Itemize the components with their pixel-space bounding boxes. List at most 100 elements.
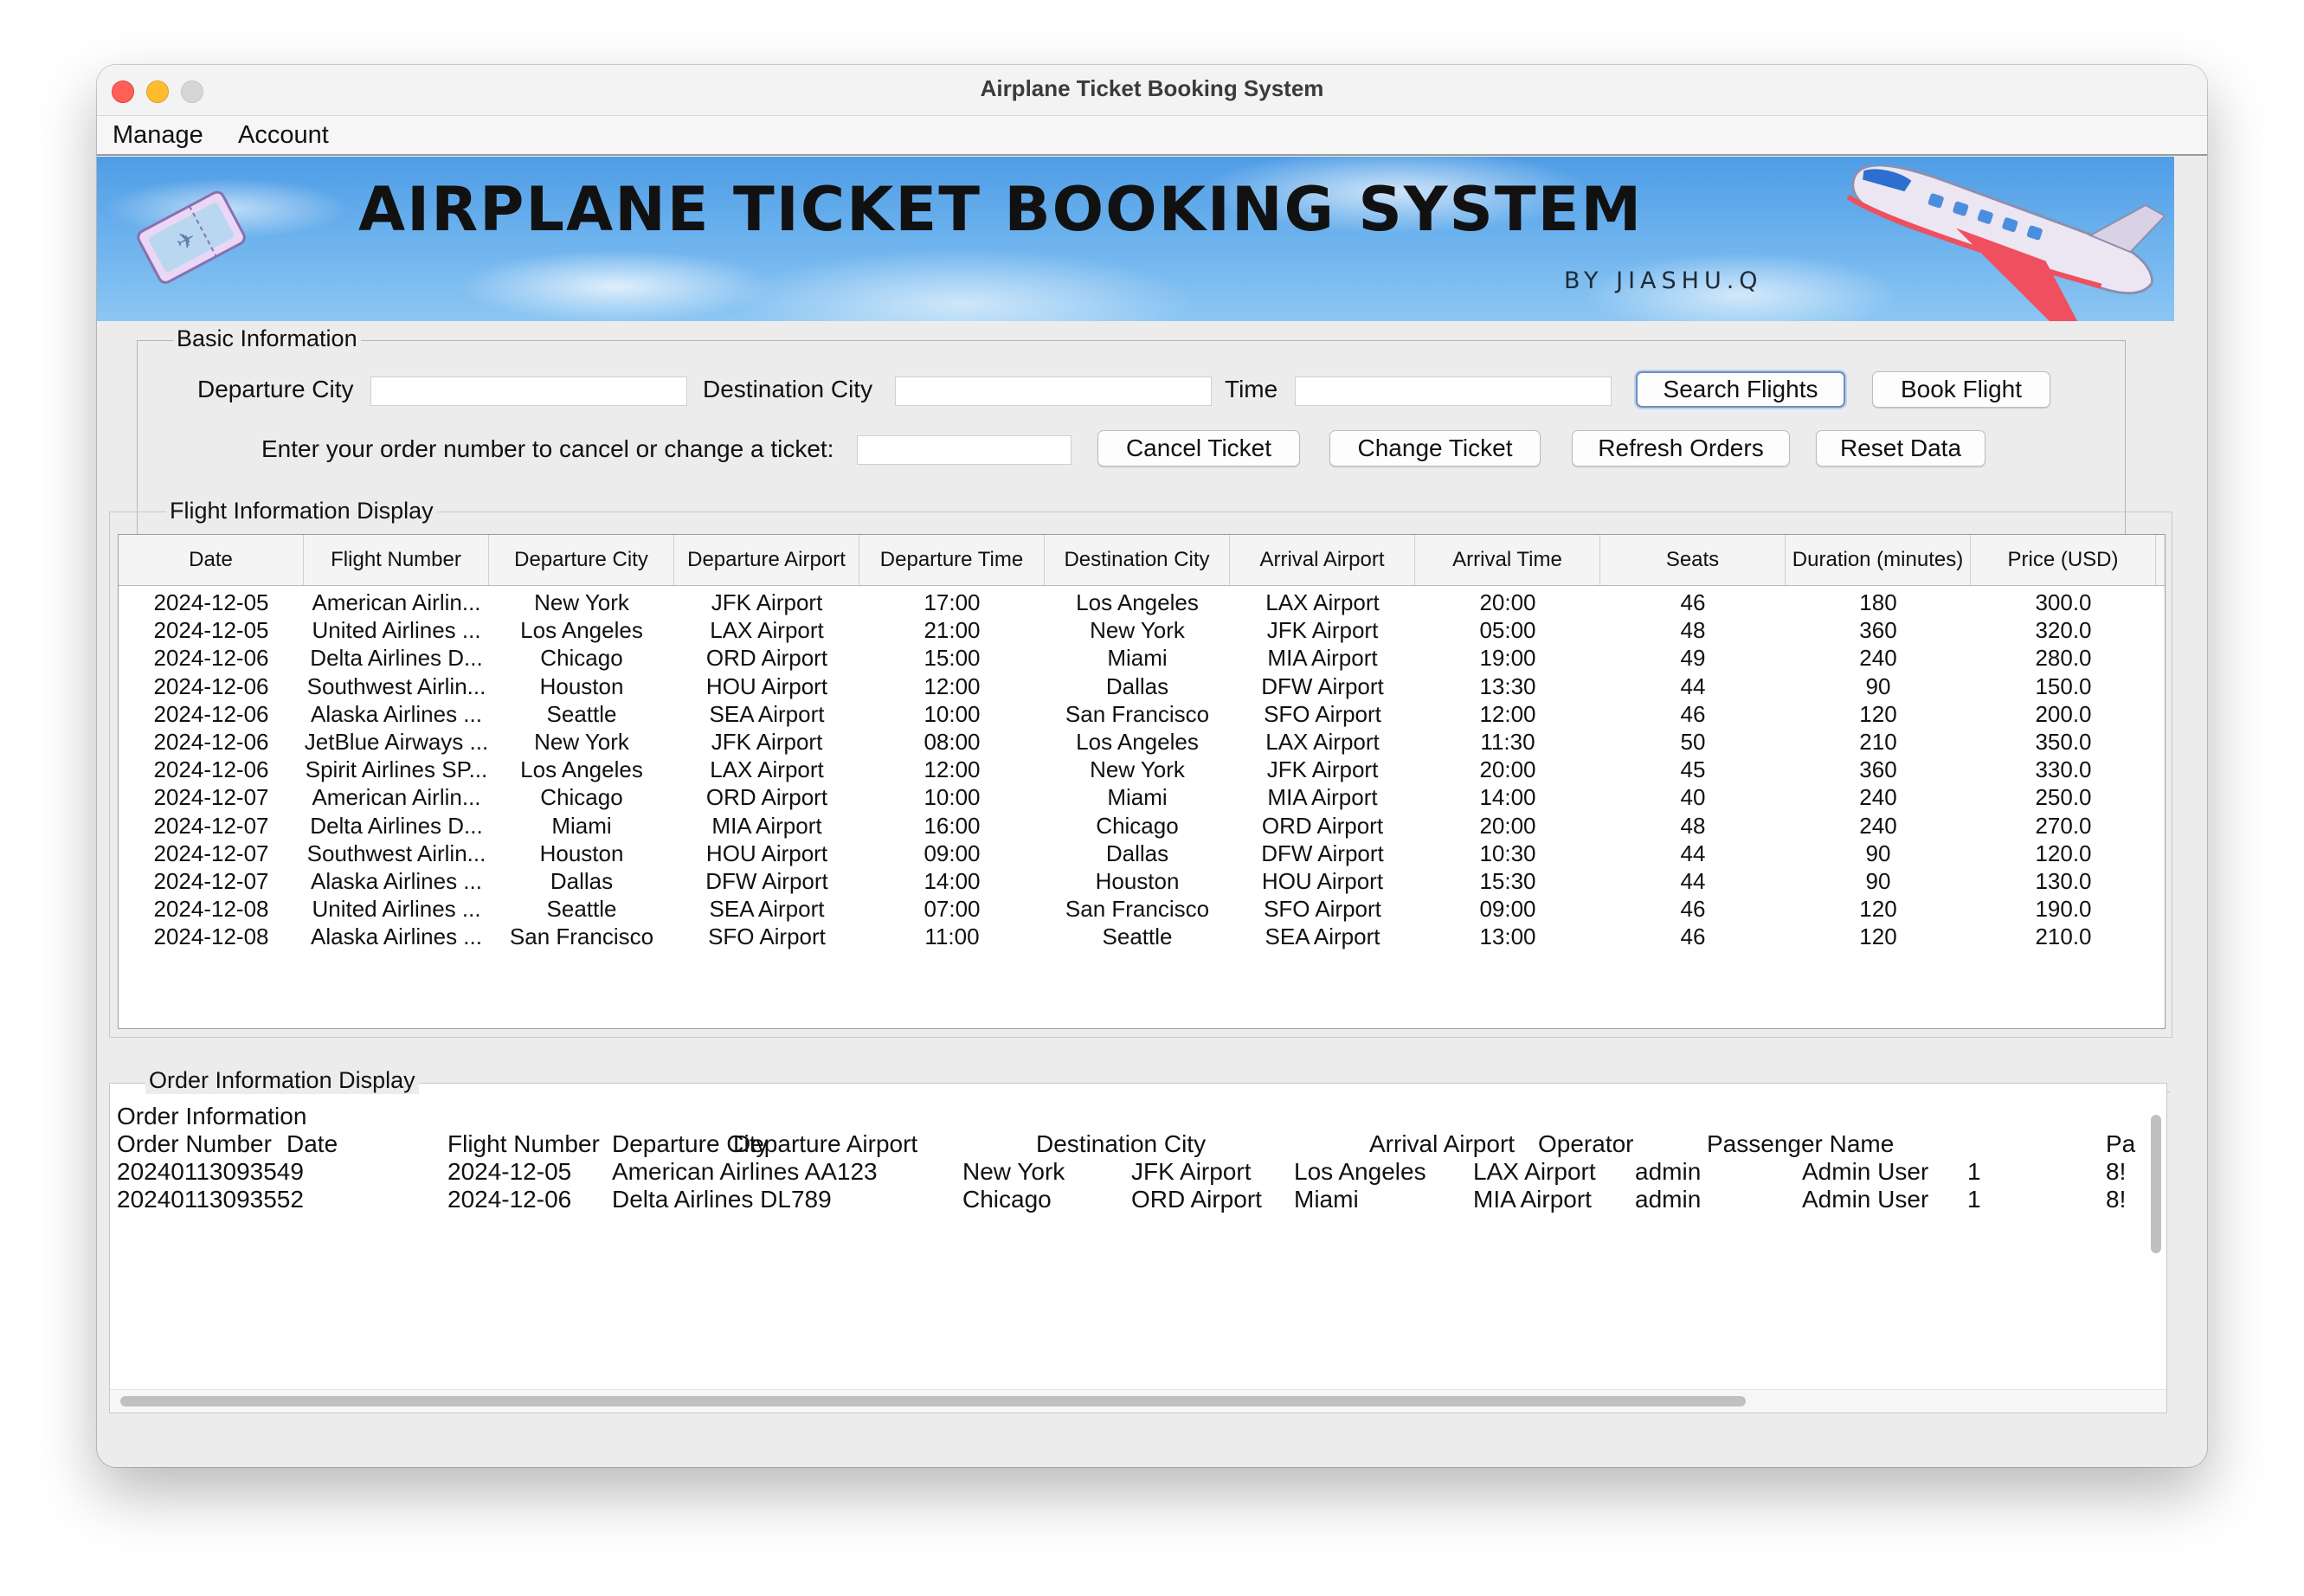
order-header-label: Date [286,1130,338,1157]
change-ticket-button[interactable]: Change Ticket [1329,430,1541,467]
table-cell: 44 [1680,868,1706,894]
departure-city-input[interactable] [370,376,687,406]
table-cell: Houston [539,840,624,866]
order-number-input[interactable] [857,435,1072,465]
menu-account[interactable]: Account [238,121,329,150]
cancel-ticket-button[interactable]: Cancel Ticket [1097,430,1300,467]
table-cell: 2024-12-08 [153,896,269,923]
search-flights-button[interactable]: Search Flights [1636,371,1845,408]
table-row[interactable]: 2024-12-06 Southwest Airlin... Houston HOU … [119,673,2165,700]
table-cell: 09:00 [1479,896,1536,923]
table-row[interactable]: 2024-12-06 Alaska Airlines ... Seattle SEA … [119,700,2165,728]
table-row[interactable]: 2024-12-07 Southwest Airlin... Houston HOU … [119,840,2165,867]
time-label: Time [1225,376,1278,402]
table-cell: 200.0 [2035,700,2092,727]
order-info-area[interactable]: Order Information Order Number Date Flight… [109,1083,2167,1413]
table-cell: 320.0 [2035,617,2092,644]
column-header[interactable]: Seats [1600,535,1786,585]
table-cell: 46 [1680,700,1706,727]
table-cell: 16:00 [924,812,981,839]
destination-city-label: Destination City [703,376,873,402]
table-cell: Delta Airlines D... [310,645,483,672]
table-cell: 90 [1865,840,1891,866]
horizontal-scrollbar[interactable] [120,1396,1746,1406]
table-cell: 2024-12-05 [153,589,269,615]
table-row[interactable]: 2024-12-07 American Airlin... Chicago ORD A… [119,783,2165,811]
table-cell: 49 [1680,645,1706,672]
column-header[interactable]: Duration (minutes) [1786,535,1971,585]
table-cell: SEA Airport [709,896,825,923]
table-cell: 13:30 [1479,673,1536,699]
column-header[interactable]: Departure Time [859,535,1045,585]
table-cell: 270.0 [2035,812,2092,839]
refresh-orders-button[interactable]: Refresh Orders [1572,430,1790,467]
order-cell: American Airlines AA123 [612,1158,878,1185]
table-cell: Seattle [1102,923,1173,950]
table-row[interactable]: 2024-12-07 Alaska Airlines ... Dallas DFW A… [119,867,2165,895]
basic-info-legend: Basic Information [173,325,361,352]
column-header[interactable]: Price (USD) [1971,535,2156,585]
table-row[interactable]: 2024-12-05 American Airlin... New York JFK … [119,589,2165,616]
table-cell: 2024-12-07 [153,840,269,866]
menu-bar: Manage Account [97,116,2207,156]
column-header[interactable]: Departure City [489,535,674,585]
order-cell: 20240113093549 [117,1158,304,1185]
order-cell: New York [962,1158,1065,1185]
table-cell: 2024-12-06 [153,645,269,672]
reset-data-button[interactable]: Reset Data [1816,430,1985,467]
horizontal-scrollbar-track [110,1389,2166,1413]
table-cell: DFW Airport [705,868,828,894]
table-cell: 150.0 [2035,673,2092,699]
order-cell: LAX Airport [1473,1158,1596,1185]
table-row[interactable]: 2024-12-06 Delta Airlines D... Chicago ORD … [119,644,2165,672]
vertical-scrollbar[interactable] [2151,1115,2161,1253]
menu-manage[interactable]: Manage [113,121,203,150]
destination-city-input[interactable] [895,376,1212,406]
order-cell: Miami [1294,1186,1359,1213]
column-header[interactable]: Date [119,535,304,585]
order-cell: 8! [2106,1158,2127,1185]
table-cell: SEA Airport [1265,923,1380,950]
table-cell: LAX Airport [710,617,824,644]
table-cell: Los Angeles [520,756,643,783]
table-cell: Miami [1107,784,1168,811]
table-cell: 20:00 [1479,589,1536,615]
table-cell: 2024-12-07 [153,868,269,894]
column-header[interactable]: Departure Airport [674,535,859,585]
order-cell: 2024-12-05 [447,1158,572,1185]
table-cell: New York [534,729,629,755]
table-cell: American Airlin... [312,589,481,615]
book-flight-button[interactable]: Book Flight [1872,371,2050,408]
table-row[interactable]: 2024-12-07 Delta Airlines D... Miami MIA Ai… [119,812,2165,840]
time-input[interactable] [1295,376,1612,406]
column-header[interactable]: Flight Number [304,535,489,585]
order-info-heading: Order Information [117,1103,307,1129]
table-cell: Chicago [1096,812,1179,839]
column-header[interactable]: Arrival Time [1415,535,1600,585]
table-cell: Spirit Airlines SP... [305,756,488,783]
title-bar: Airplane Ticket Booking System [97,65,2207,116]
table-row[interactable]: 2024-12-06 Spirit Airlines SP... Los Angel… [119,756,2165,783]
column-header[interactable]: Arrival Airport [1230,535,1415,585]
table-cell: 10:30 [1479,840,1536,866]
table-cell: Southwest Airlin... [306,673,486,699]
flight-table-header: Date Flight Number Departure City Departure… [119,535,2165,586]
table-row[interactable]: 2024-12-08 Alaska Airlines ... San Francis… [119,923,2165,950]
table-cell: 14:00 [924,868,981,894]
order-cell: Los Angeles [1294,1158,1426,1185]
table-row[interactable]: 2024-12-06 JetBlue Airways ... New York JFK… [119,728,2165,756]
table-cell: 2024-12-07 [153,812,269,839]
flight-table[interactable]: Date Flight Number Departure City Departure… [118,534,2166,1029]
table-cell: 12:00 [1479,700,1536,727]
table-cell: 12:00 [924,756,981,783]
table-row[interactable]: 2024-12-05 United Airlines ... Los Angeles… [119,616,2165,644]
table-cell: American Airlin... [312,784,481,811]
header-banner: ✈ AIRPLANE TICKET BOOKING SYSTEM BY JIAS… [97,157,2174,321]
table-cell: 44 [1680,840,1706,866]
column-header[interactable]: Destination City [1045,535,1230,585]
table-cell: LAX Airport [1265,729,1380,755]
banner-subtitle: BY JIASHU.Q [1564,267,1763,294]
table-cell: HOU Airport [705,673,828,699]
table-cell: 210 [1859,729,1897,755]
table-row[interactable]: 2024-12-08 United Airlines ... Seattle SEA … [119,895,2165,923]
